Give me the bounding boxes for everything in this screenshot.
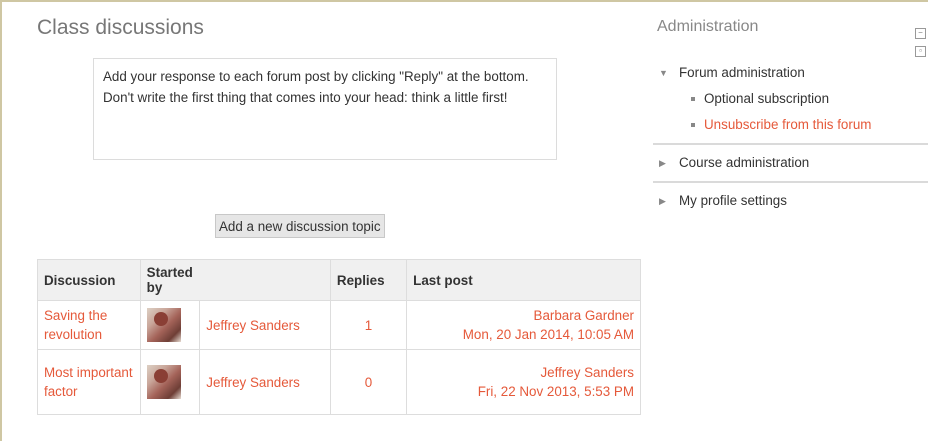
divider [653,181,928,183]
author-link[interactable]: Jeffrey Sanders [199,300,331,350]
unsubscribe-link[interactable]: Unsubscribe from this forum [704,112,871,138]
avatar-cell [139,349,201,415]
caret-right-icon: ▶ [659,158,666,168]
header-last-post[interactable]: Last post [406,259,641,301]
header-replies[interactable]: Replies [329,259,408,301]
add-discussion-button[interactable]: Add a new discussion topic [215,214,385,238]
main-content: Class discussions Add your response to e… [4,2,641,439]
caret-down-icon: ▼ [659,68,668,78]
last-post-date[interactable]: Fri, 22 Nov 2013, 5:53 PM [413,382,634,401]
dock-icon[interactable]: ▫ [915,46,926,57]
collapse-icon[interactable]: − [915,28,926,39]
admin-title: Administration [657,18,759,35]
divider [653,143,928,145]
header-started-by[interactable]: Started by [139,259,200,301]
profile-settings-label: My profile settings [679,193,787,208]
table-header-row: Discussion Started by Replies Last post [37,259,641,301]
replies-count[interactable]: 0 [329,349,408,415]
discussion-link[interactable]: Saving the revolution [37,300,141,350]
forum-intro: Add your response to each forum post by … [93,58,557,160]
avatar-cell [139,300,201,350]
block-controls: −▫ [915,22,928,58]
administration-block: Administration −▫ ▼ Forum administration… [653,2,928,439]
table-row: Saving the revolution Jeffrey Sanders 1 … [37,300,641,350]
last-post-author[interactable]: Jeffrey Sanders [413,363,634,382]
optional-subscription-label: Optional subscription [704,91,830,106]
unsubscribe-item[interactable]: Unsubscribe from this forum [659,112,923,138]
avatar[interactable] [146,365,181,399]
forum-admin-label: Forum administration [679,65,805,80]
last-post-date[interactable]: Mon, 20 Jan 2014, 10:05 AM [413,325,634,344]
forum-admin-node[interactable]: ▼ Forum administration [659,60,923,86]
avatar[interactable] [146,308,181,342]
last-post-cell: Jeffrey Sanders Fri, 22 Nov 2013, 5:53 P… [406,349,641,415]
replies-count[interactable]: 1 [329,300,408,350]
optional-subscription-item[interactable]: Optional subscription [659,86,923,112]
course-admin-label: Course administration [679,155,810,170]
discussion-link[interactable]: Most important factor [37,349,141,415]
header-started-by-name [199,259,331,301]
caret-right-icon: ▶ [659,196,666,206]
bullet-icon [691,97,695,101]
last-post-cell: Barbara Gardner Mon, 20 Jan 2014, 10:05 … [406,300,641,350]
header-discussion[interactable]: Discussion [37,259,141,301]
table-row: Most important factor Jeffrey Sanders 0 … [37,349,641,415]
last-post-author[interactable]: Barbara Gardner [413,306,634,325]
discussion-table: Discussion Started by Replies Last post … [37,259,641,415]
page-title: Class discussions [37,16,204,39]
profile-settings-node[interactable]: ▶ My profile settings [659,188,923,214]
bullet-icon [691,123,695,127]
course-admin-node[interactable]: ▶ Course administration [659,150,923,176]
author-link[interactable]: Jeffrey Sanders [199,349,331,415]
admin-tree: ▼ Forum administration Optional subscrip… [653,60,928,214]
